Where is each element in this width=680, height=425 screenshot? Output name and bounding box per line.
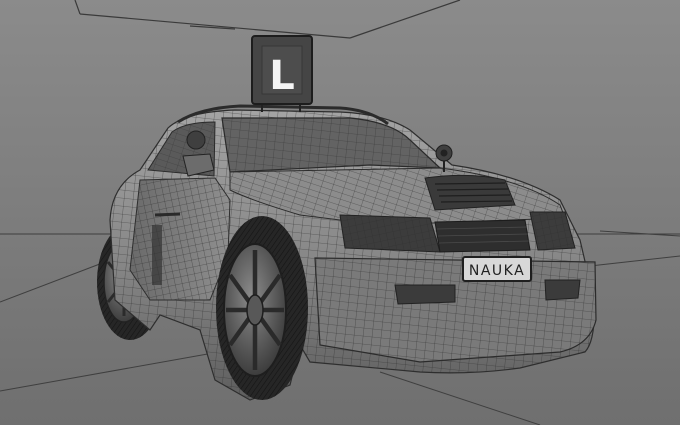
front-wheel bbox=[216, 216, 308, 400]
sign-letter: L bbox=[269, 53, 295, 99]
learner-sign: L bbox=[251, 35, 313, 112]
render-canvas: NAUKA L bbox=[0, 0, 680, 425]
hood-scoop bbox=[424, 174, 516, 211]
plate-text: NAUKA bbox=[469, 263, 525, 279]
license-plate: NAUKA bbox=[462, 256, 532, 282]
viewport: NAUKA L bbox=[0, 0, 680, 425]
